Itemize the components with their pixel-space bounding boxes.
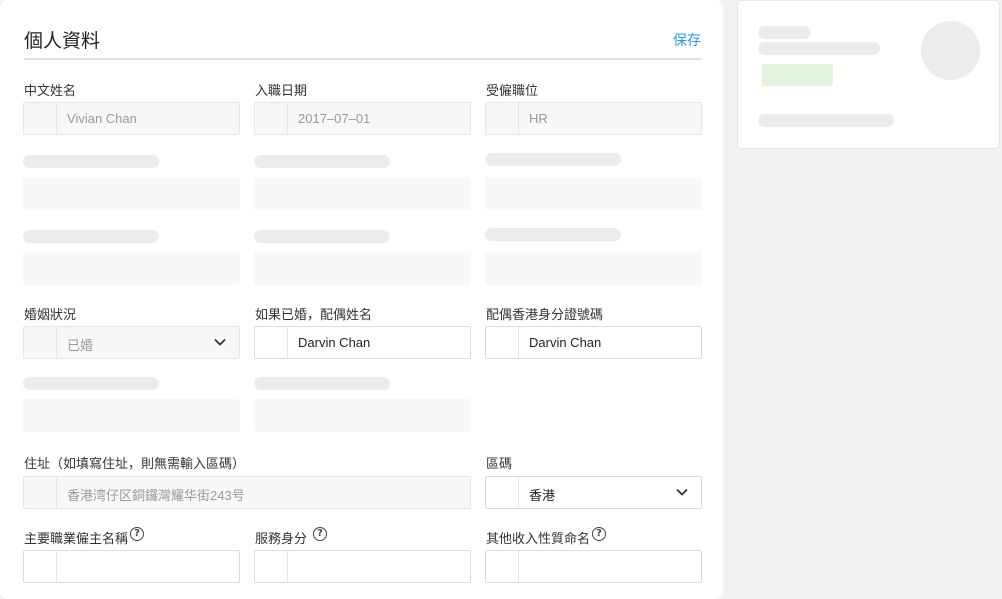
field-prefix — [24, 327, 57, 358]
district-label: 區碼 — [486, 457, 513, 472]
skeleton-label — [254, 377, 390, 390]
skeleton-field — [23, 252, 240, 285]
service-capacity-input[interactable] — [254, 550, 471, 583]
spouse-name-label: 如果已婚，配偶姓名 — [255, 308, 373, 323]
chinese-name-value: Vivian Chan — [67, 111, 137, 126]
spouse-id-label: 配偶香港身分證號碼 — [486, 308, 604, 323]
skeleton-label — [254, 230, 390, 243]
chinese-name-field: Vivian Chan — [23, 102, 240, 135]
spouse-id-value: Darvin Chan — [529, 335, 602, 350]
page-title: 個人資料 — [24, 30, 101, 52]
skeleton-field — [254, 252, 471, 285]
position-field: HR — [485, 102, 702, 135]
district-value: 香港 — [529, 488, 556, 503]
field-prefix — [24, 103, 57, 134]
service-capacity-label: 服務身分 — [255, 532, 308, 547]
position-value: HR — [529, 111, 548, 126]
marital-status-select[interactable]: 已婚 — [23, 326, 240, 359]
header-divider — [24, 58, 701, 60]
skeleton-line — [758, 42, 880, 55]
personal-info-card: 個人資料 保存 中文姓名 Vivian Chan 入職日期 2017–07–01… — [0, 0, 723, 599]
skeleton-field — [485, 252, 702, 285]
skeleton-label — [23, 377, 159, 390]
skeleton-field — [23, 399, 240, 432]
address-field: 香港湾仔区銅鑼灣耀华街243号 — [23, 476, 471, 509]
address-value: 香港湾仔区銅鑼灣耀华街243号 — [67, 488, 245, 503]
chevron-down-icon — [676, 487, 688, 497]
employer-name-input[interactable] — [23, 550, 240, 583]
chevron-down-icon — [214, 337, 226, 347]
chinese-name-label: 中文姓名 — [24, 84, 77, 99]
save-button[interactable]: 保存 — [673, 30, 701, 50]
join-date-value: 2017–07–01 — [298, 111, 371, 126]
skeleton-line — [758, 26, 811, 39]
skeleton-field — [254, 177, 471, 210]
profile-summary-card — [737, 0, 1000, 149]
field-prefix — [24, 477, 57, 508]
field-prefix — [255, 551, 288, 582]
avatar — [921, 21, 980, 80]
skeleton-label — [23, 155, 159, 168]
field-prefix — [24, 551, 57, 582]
skeleton-label — [485, 153, 621, 166]
field-prefix — [486, 477, 519, 508]
marital-status-value: 已婚 — [67, 338, 94, 353]
employer-name-label: 主要職業僱主名稱 — [24, 532, 129, 547]
status-badge-skeleton — [762, 64, 833, 86]
skeleton-line — [758, 114, 894, 127]
marital-status-label: 婚姻狀況 — [24, 308, 77, 323]
field-prefix — [486, 103, 519, 134]
help-circle-icon[interactable]: ? — [592, 527, 606, 541]
skeleton-field — [485, 177, 702, 210]
skeleton-field — [254, 399, 471, 432]
skeleton-field — [23, 177, 240, 210]
field-prefix — [255, 327, 288, 358]
position-label: 受僱職位 — [486, 84, 539, 99]
skeleton-label — [254, 155, 390, 168]
help-circle-icon[interactable]: ? — [313, 527, 327, 541]
spouse-id-input[interactable]: Darvin Chan — [485, 326, 702, 359]
skeleton-label — [485, 228, 621, 241]
address-label: 住址（如填寫住址，則無需輸入區碼） — [24, 457, 246, 472]
field-prefix — [486, 327, 519, 358]
district-select[interactable]: 香港 — [485, 476, 702, 509]
field-prefix — [255, 103, 288, 134]
spouse-name-input[interactable]: Darvin Chan — [254, 326, 471, 359]
help-circle-icon[interactable]: ? — [130, 527, 144, 541]
other-income-input[interactable] — [485, 550, 702, 583]
spouse-name-value: Darvin Chan — [298, 335, 371, 350]
skeleton-label — [23, 230, 159, 243]
join-date-field: 2017–07–01 — [254, 102, 471, 135]
join-date-label: 入職日期 — [255, 84, 308, 99]
other-income-label: 其他收入性質命名 — [486, 532, 591, 547]
field-prefix — [486, 551, 519, 582]
